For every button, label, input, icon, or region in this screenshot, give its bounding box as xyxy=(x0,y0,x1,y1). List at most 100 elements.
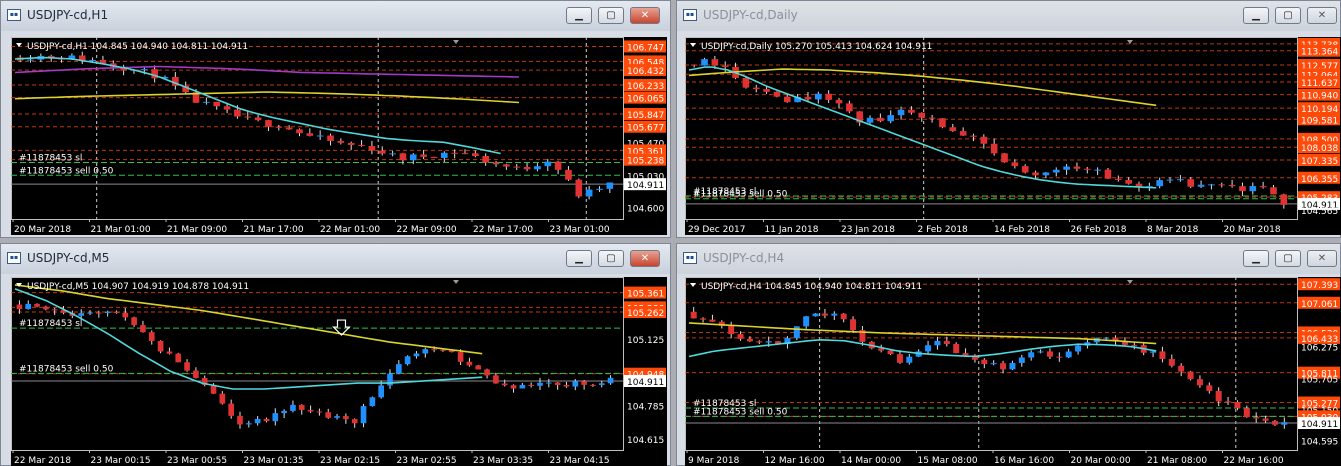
candle-body xyxy=(918,112,926,118)
title-bar[interactable]: ▪▪ USDJPY-cd,H4 ▁ ▢ ✕ xyxy=(677,244,1340,274)
time-label: 23 Mar 03:35 xyxy=(473,456,533,466)
shift-marker-icon[interactable] xyxy=(453,280,459,284)
chart-svg[interactable]: 113.738113.364112.577112.064111.637110.9… xyxy=(685,37,1341,235)
restore-button[interactable]: ▢ xyxy=(598,7,624,24)
candle-body xyxy=(347,142,355,145)
price-chart[interactable]: 113.738113.364112.577112.064111.637110.9… xyxy=(685,37,1341,235)
time-label: 29 Dec 2017 xyxy=(688,225,746,235)
candle-body xyxy=(1065,351,1072,358)
price-label-text: 105.705 xyxy=(1301,376,1338,386)
close-button[interactable]: ✕ xyxy=(1307,250,1337,267)
candle-body xyxy=(296,129,303,134)
price-label: 105.262 xyxy=(624,306,666,319)
price-label: 105.847 xyxy=(624,107,666,121)
chart-window-h4[interactable]: ▪▪ USDJPY-cd,H4 ▁ ▢ ✕ 107.393 107.061 106.… xyxy=(676,243,1341,466)
candle-body xyxy=(213,101,221,107)
candle-body xyxy=(850,319,857,331)
time-label: 26 Feb 2018 xyxy=(1071,225,1127,235)
close-button[interactable]: ✕ xyxy=(1307,7,1337,24)
price-label-text: 105.238 xyxy=(627,157,664,167)
candle-body xyxy=(175,353,182,363)
candle-body xyxy=(939,118,946,128)
price-label: 107.335 xyxy=(1298,153,1340,167)
candle-body xyxy=(281,410,287,414)
chart-window-icon: ▪▪ xyxy=(7,9,21,21)
candle-body xyxy=(1225,401,1232,403)
chart-window-m5[interactable]: ▪▪ USDJPY-cd,M5 ▁ ▢ ✕ 105.361105.286105.… xyxy=(0,243,671,466)
candle-body xyxy=(756,341,763,343)
shift-marker-icon[interactable] xyxy=(1127,280,1133,284)
minimize-button[interactable]: ▁ xyxy=(1243,250,1269,267)
candle-body xyxy=(596,188,603,190)
close-button[interactable]: ✕ xyxy=(630,250,660,267)
candle-body xyxy=(1001,153,1008,163)
minimize-button[interactable]: ▁ xyxy=(566,250,592,267)
price-chart[interactable]: 107.393107.061106.530106.433106.275105.8… xyxy=(685,277,1341,466)
price-label: 105.677 xyxy=(624,120,666,134)
candle-body xyxy=(585,189,593,197)
candle-body xyxy=(327,135,334,141)
minimize-button[interactable]: ▁ xyxy=(566,7,592,24)
price-label-text: 108.038 xyxy=(1301,144,1338,154)
close-button[interactable]: ✕ xyxy=(630,7,660,24)
time-label: 23 Jan 2018 xyxy=(841,225,895,235)
price-chart[interactable]: 106.747 106.548 106.432 106.233 106.065 105.8… xyxy=(11,37,667,235)
chart-window-h1[interactable]: ▪▪ USDJPY-cd,H1 ▁ ▢ ✕ 106.747 106.548 106.… xyxy=(0,0,671,238)
candle-body xyxy=(1115,178,1122,180)
chart-svg[interactable]: 107.393107.061106.530106.433106.275105.8… xyxy=(685,277,1341,466)
candle-body xyxy=(728,325,735,335)
title-bar[interactable]: ▪▪ USDJPY-cd,H1 ▁ ▢ ✕ xyxy=(1,1,670,31)
minimize-button[interactable]: ▁ xyxy=(1243,7,1269,24)
restore-button[interactable]: ▢ xyxy=(598,250,624,267)
title-bar[interactable]: ▪▪ USDJPY-cd,Daily ▁ ▢ ✕ xyxy=(677,1,1340,31)
candle-body xyxy=(598,383,605,385)
candle-body xyxy=(254,418,261,424)
candle-body xyxy=(1104,169,1112,179)
restore-button[interactable]: ▢ xyxy=(1275,250,1301,267)
candle-body xyxy=(546,382,552,384)
time-label: 22 Mar 2018 xyxy=(14,456,71,466)
price-label-text: 107.335 xyxy=(1301,157,1338,167)
candle-body xyxy=(804,96,812,100)
candle-body xyxy=(846,103,853,112)
candle-body xyxy=(590,384,596,386)
price-label: 104.595 xyxy=(1301,438,1338,448)
price-label: 109.581 xyxy=(1298,113,1340,126)
candle-body xyxy=(122,312,129,318)
candle-body xyxy=(575,179,583,197)
candle-body xyxy=(1073,166,1081,169)
shift-marker-icon[interactable] xyxy=(453,40,459,44)
candle-body xyxy=(223,106,231,110)
chart-svg[interactable]: 106.747106.548106.432106.233106.065105.8… xyxy=(11,37,667,235)
shift-marker-icon[interactable] xyxy=(1127,40,1133,44)
title-bar[interactable]: ▪▪ USDJPY-cd,M5 ▁ ▢ ✕ xyxy=(1,244,670,274)
candle-body xyxy=(1009,362,1016,370)
candle-body xyxy=(793,326,800,339)
candle-body xyxy=(1083,168,1091,170)
price-label: 105.361 xyxy=(624,286,666,300)
candle-body xyxy=(306,133,314,136)
price-label: 104.911 xyxy=(624,374,666,388)
candle-body xyxy=(482,155,489,163)
candle-body xyxy=(1042,172,1050,176)
candle-body xyxy=(803,316,810,327)
candle-body xyxy=(1028,352,1035,358)
chevron-down-icon[interactable] xyxy=(690,43,696,47)
window-title: USDJPY-cd,H1 xyxy=(27,8,109,22)
candle-body xyxy=(934,340,941,346)
candle-body xyxy=(78,313,84,316)
candle-body xyxy=(537,382,543,386)
candle-body xyxy=(1056,356,1063,358)
candle-body xyxy=(316,411,323,413)
chart-window-daily[interactable]: ▪▪ USDJPY-cd,Daily ▁ ▢ ✕ 113.738113.3641… xyxy=(676,0,1341,238)
restore-button[interactable]: ▢ xyxy=(1275,7,1301,24)
price-label-text: 106.233 xyxy=(627,82,664,92)
candle-body xyxy=(1280,194,1288,205)
price-label-text: 104.911 xyxy=(627,378,664,388)
candle-body xyxy=(1159,351,1166,360)
chevron-down-icon[interactable] xyxy=(690,283,696,287)
candle-body xyxy=(513,166,521,168)
chart-svg[interactable]: 105.361105.286105.262105.125104.948104.9… xyxy=(11,277,667,466)
candle-body xyxy=(544,161,552,167)
price-chart[interactable]: 105.361105.286105.262105.125104.948104.9… xyxy=(11,277,667,466)
